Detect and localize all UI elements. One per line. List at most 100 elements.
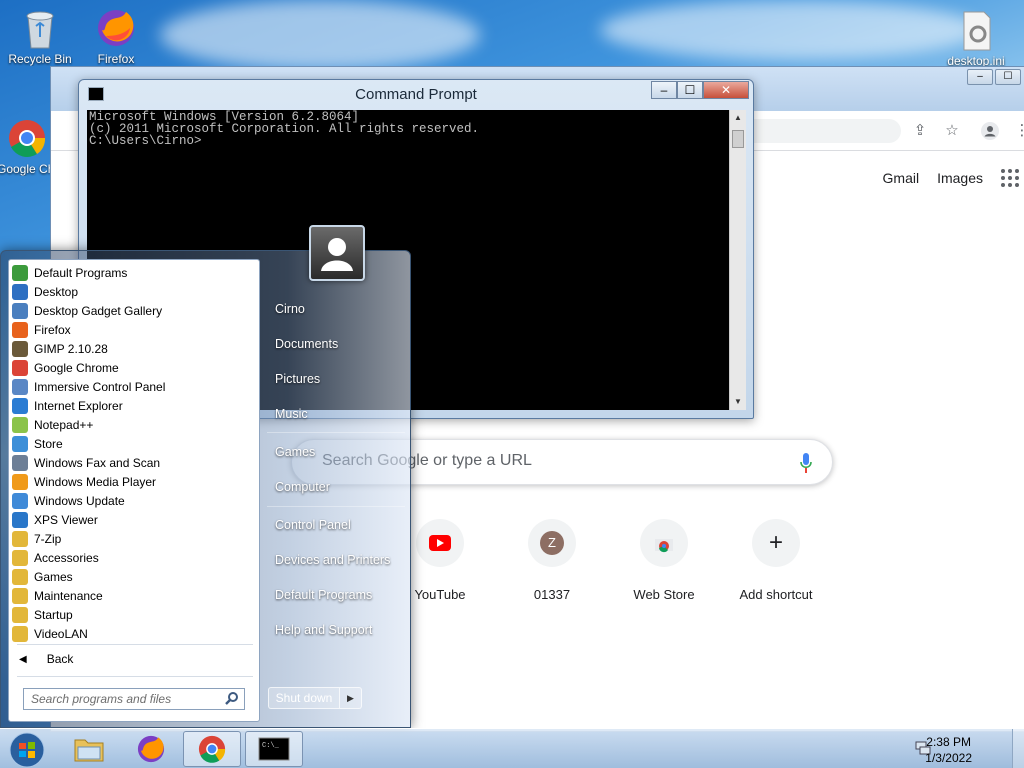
command-prompt-icon: C:\_ [258, 737, 290, 761]
program-item[interactable]: Windows Update [12, 491, 125, 510]
divider [17, 644, 253, 645]
start-item-help-support[interactable]: Help and Support [275, 623, 372, 637]
plus-icon: + [752, 519, 800, 567]
program-label: Firefox [34, 322, 71, 337]
taskbar-file-explorer[interactable] [60, 731, 118, 767]
program-item[interactable]: 7-Zip [12, 529, 61, 548]
back-button[interactable]: ◀ Back [19, 652, 73, 666]
desktop-icon-chrome[interactable]: Google Chrome [0, 116, 57, 176]
microphone-icon[interactable] [800, 453, 812, 473]
divider [267, 506, 405, 507]
desktop-icon-label: Firefox [97, 52, 135, 66]
program-item[interactable]: Notepad++ [12, 415, 93, 434]
taskbar-command-prompt[interactable]: C:\_ [245, 731, 303, 767]
program-item[interactable]: Games [12, 567, 73, 586]
minimize-button[interactable]: – [967, 69, 993, 85]
program-item[interactable]: Default Programs [12, 263, 127, 282]
scroll-down-arrow-icon[interactable]: ▼ [730, 394, 746, 410]
start-item-control-panel[interactable]: Control Panel [275, 518, 351, 532]
address-bar[interactable] [741, 119, 901, 143]
program-item[interactable]: Windows Media Player [12, 472, 156, 491]
google-top-links: Gmail Images [883, 169, 1019, 187]
google-apps-icon[interactable] [1001, 169, 1019, 187]
gmail-link[interactable]: Gmail [883, 170, 920, 186]
letter-avatar-icon: Z [528, 519, 576, 567]
program-icon [12, 359, 28, 376]
program-item[interactable]: Windows Fax and Scan [12, 453, 160, 472]
program-icon [12, 549, 28, 566]
system-clock[interactable]: 2:38 PM 1/3/2022 [925, 734, 972, 766]
start-search-box[interactable] [23, 688, 245, 710]
start-item-user[interactable]: Cirno [275, 302, 305, 316]
bookmark-star-icon[interactable]: ☆ [943, 122, 961, 140]
window-controls: – ☐ ✕ [651, 81, 749, 99]
chrome-window-controls: – ☐ [967, 69, 1021, 85]
program-icon [12, 302, 28, 319]
user-avatar[interactable] [309, 225, 365, 281]
shortcut-01337[interactable]: Z 01337 [502, 519, 602, 602]
start-item-default-programs[interactable]: Default Programs [275, 588, 372, 602]
program-item[interactable]: VideoLAN [12, 624, 88, 643]
desktop-icon-recycle-bin[interactable]: Recycle Bin [4, 6, 76, 66]
program-item[interactable]: Store [12, 434, 63, 453]
program-icon [12, 378, 28, 395]
shortcut-add[interactable]: + Add shortcut [726, 519, 826, 602]
magnifier-icon[interactable] [225, 691, 239, 708]
maximize-button[interactable]: ☐ [995, 69, 1021, 85]
shortcut-web-store[interactable]: Web Store [614, 519, 714, 602]
shutdown-button[interactable]: Shut down [268, 687, 340, 709]
program-label: Desktop Gadget Gallery [34, 303, 163, 318]
start-item-devices-printers[interactable]: Devices and Printers [275, 553, 390, 567]
start-search-input[interactable] [31, 692, 217, 706]
program-item[interactable]: Immersive Control Panel [12, 377, 165, 396]
program-icon [12, 435, 28, 452]
desktop-icon-firefox[interactable]: Firefox [80, 6, 152, 66]
share-icon[interactable]: ⇪ [911, 122, 929, 140]
desktop-icon-desktop-ini[interactable]: desktop.ini [940, 8, 1012, 68]
start-button[interactable] [3, 729, 47, 768]
profile-avatar-icon[interactable] [981, 122, 999, 140]
program-item[interactable]: Accessories [12, 548, 99, 567]
more-menu-icon[interactable]: ⋮ [1013, 122, 1024, 140]
program-item[interactable]: Startup [12, 605, 73, 624]
program-item[interactable]: Maintenance [12, 586, 103, 605]
close-button[interactable]: ✕ [703, 81, 749, 99]
scroll-up-arrow-icon[interactable]: ▲ [730, 110, 746, 126]
shutdown-options-arrow-icon[interactable]: ▶ [340, 687, 362, 709]
vertical-scrollbar[interactable]: ▲ ▼ [729, 110, 746, 410]
wallpaper-cloud [600, 0, 980, 60]
program-label: XPS Viewer [34, 512, 98, 527]
scrollbar-thumb[interactable] [732, 130, 744, 148]
taskbar: C:\_ 2:38 PM 1/3/2022 [0, 728, 1024, 768]
start-item-games[interactable]: Games [275, 445, 315, 459]
desktop-icon-label: Recycle Bin [8, 52, 72, 66]
program-item[interactable]: Firefox [12, 320, 71, 339]
clock-time: 2:38 PM [926, 735, 971, 749]
program-item[interactable]: Internet Explorer [12, 396, 123, 415]
program-item[interactable]: Desktop [12, 282, 78, 301]
taskbar-chrome[interactable] [183, 731, 241, 767]
program-label: Windows Media Player [34, 474, 157, 489]
program-item[interactable]: Google Chrome [12, 358, 119, 377]
start-item-music[interactable]: Music [275, 407, 308, 421]
images-link[interactable]: Images [937, 170, 983, 186]
start-item-computer[interactable]: Computer [275, 480, 330, 494]
minimize-button[interactable]: – [651, 81, 677, 99]
start-item-pictures[interactable]: Pictures [275, 372, 320, 386]
taskbar-firefox[interactable] [122, 731, 180, 767]
back-label: Back [46, 652, 74, 666]
firefox-icon [94, 6, 138, 50]
program-label: Maintenance [34, 588, 103, 603]
program-label: Desktop [34, 284, 79, 299]
program-icon [12, 587, 28, 604]
program-item[interactable]: GIMP 2.10.28 [12, 339, 108, 358]
program-icon [12, 625, 28, 642]
program-icon [12, 454, 28, 471]
desktop-icon-label: Google Chrome [0, 162, 57, 176]
show-desktop-button[interactable] [1012, 729, 1024, 768]
program-item[interactable]: Desktop Gadget Gallery [12, 301, 162, 320]
program-item[interactable]: XPS Viewer [12, 510, 98, 529]
maximize-button[interactable]: ☐ [677, 81, 703, 99]
program-icon [12, 492, 28, 509]
start-item-documents[interactable]: Documents [275, 337, 338, 351]
